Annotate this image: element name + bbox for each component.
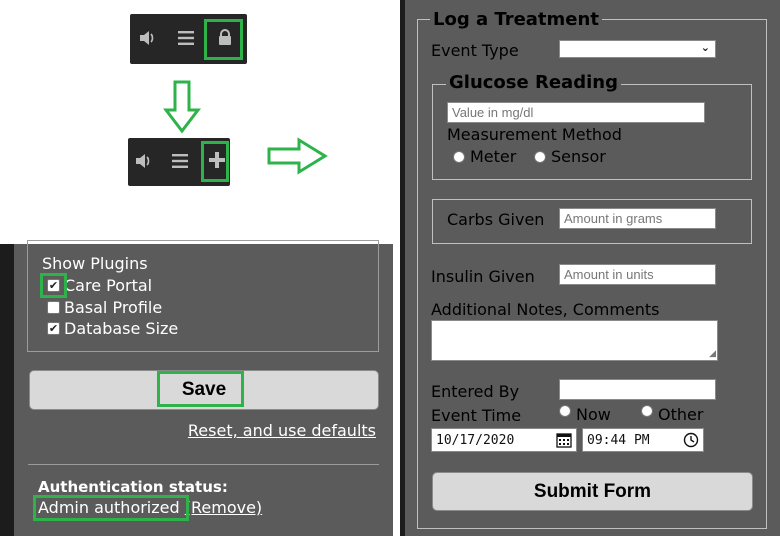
save-button-highlight [157, 371, 244, 407]
event-time-label: Event Time [431, 406, 522, 425]
other-radio[interactable]: Other [641, 405, 703, 424]
now-radio[interactable]: Now [559, 405, 611, 424]
speaker-icon[interactable] [134, 153, 152, 173]
radio-icon[interactable] [641, 405, 653, 417]
time-value: 09:44 PM [587, 432, 650, 448]
carbs-input[interactable]: Amount in grams [559, 208, 716, 229]
now-label: Now [576, 405, 611, 424]
plugin-label: Basal Profile [64, 298, 163, 317]
date-value: 10/17/2020 [436, 432, 515, 448]
care-portal-checkbox-highlight [40, 273, 67, 298]
hamburger-menu-icon[interactable] [178, 31, 194, 49]
submit-form-button[interactable]: Submit Form [432, 472, 753, 511]
arrow-down-icon [163, 80, 201, 134]
plugin-label: Database Size [64, 319, 179, 338]
event-type-select[interactable]: ⌄ [559, 40, 716, 58]
other-label: Other [658, 405, 704, 424]
meter-radio[interactable]: Meter [453, 147, 516, 166]
panel-edge [0, 244, 14, 536]
glucose-input[interactable]: Value in mg/dl [447, 102, 705, 123]
auth-status-title: Authentication status: [38, 478, 228, 496]
date-input[interactable]: 10/17/2020 [431, 428, 577, 452]
entered-by-input[interactable] [559, 379, 716, 400]
notes-label: Additional Notes, Comments [431, 300, 660, 319]
plugins-title: Show Plugins [42, 254, 148, 273]
clock-icon[interactable] [683, 432, 699, 452]
notes-textarea[interactable]: ◢ [431, 320, 718, 361]
sensor-label: Sensor [551, 147, 606, 166]
radio-icon[interactable] [559, 405, 571, 417]
entered-by-label: Entered By [431, 382, 520, 401]
divider [28, 464, 379, 465]
arrow-right-icon [267, 137, 328, 175]
event-type-label: Event Type [431, 41, 519, 60]
insulin-label: Insulin Given [431, 267, 535, 286]
insulin-input[interactable]: Amount in units [559, 264, 716, 285]
lock-highlight [204, 19, 243, 60]
sensor-radio[interactable]: Sensor [534, 147, 606, 166]
remove-auth-link[interactable]: (Remove) [185, 498, 262, 517]
glucose-title: Glucose Reading [446, 72, 621, 93]
form-title: Log a Treatment [430, 9, 602, 30]
checkbox-checked-icon[interactable]: ✔ [47, 322, 60, 335]
plugin-label: Care Portal [64, 276, 153, 295]
carbs-label: Carbs Given [447, 210, 545, 229]
panel-edge [400, 0, 405, 536]
calendar-icon[interactable] [556, 432, 572, 452]
reset-defaults-link[interactable]: Reset, and use defaults [188, 421, 376, 440]
plugin-database-size[interactable]: ✔ Database Size [47, 319, 178, 338]
meter-label: Meter [470, 147, 517, 166]
speaker-icon[interactable] [138, 30, 156, 50]
chevron-down-icon: ⌄ [700, 41, 710, 54]
hamburger-menu-icon[interactable] [172, 154, 188, 172]
time-input[interactable]: 09:44 PM [582, 428, 704, 452]
radio-icon[interactable] [453, 151, 465, 163]
resize-grip-icon[interactable]: ◢ [709, 350, 716, 359]
plugin-basal-profile[interactable]: Basal Profile [47, 298, 162, 317]
checkbox-unchecked-icon[interactable] [47, 301, 60, 314]
measurement-method-label: Measurement Method [447, 125, 622, 144]
auth-status-highlight [33, 495, 189, 521]
radio-icon[interactable] [534, 151, 546, 163]
plus-highlight [201, 141, 229, 182]
